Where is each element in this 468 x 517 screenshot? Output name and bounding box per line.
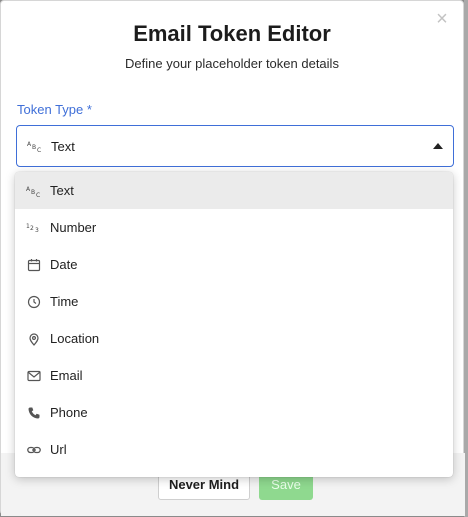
option-label: Url — [50, 442, 67, 457]
number-type-icon: 1 2 3 — [26, 222, 42, 234]
option-time[interactable]: Time — [15, 283, 453, 320]
option-label: Time — [50, 294, 79, 309]
clock-icon — [26, 295, 42, 309]
option-date[interactable]: Date — [15, 246, 453, 283]
option-phone[interactable]: Phone — [15, 394, 453, 431]
svg-text:B: B — [31, 189, 35, 196]
text-type-icon: A B C — [26, 185, 42, 197]
option-label: Location — [50, 331, 100, 346]
dialog-subtitle: Define your placeholder token details — [125, 56, 339, 71]
svg-text:3: 3 — [35, 227, 39, 234]
phone-icon — [26, 406, 42, 420]
token-type-select[interactable]: A B C Text — [16, 125, 454, 167]
link-icon — [26, 445, 42, 455]
svg-text:B: B — [32, 144, 36, 151]
envelope-icon — [26, 370, 42, 382]
option-label: Text — [50, 183, 74, 198]
option-label: Number — [50, 220, 97, 235]
text-type-icon: A B C — [27, 140, 43, 152]
option-location[interactable]: Location — [15, 320, 453, 357]
svg-text:C: C — [37, 147, 41, 152]
option-text[interactable]: A B C Text — [15, 172, 453, 209]
selected-value: Text — [51, 138, 75, 154]
caret-up-icon[interactable] — [433, 143, 443, 149]
option-label: Email — [50, 368, 83, 383]
map-pin-icon — [26, 332, 42, 346]
backdrop-edge — [464, 0, 468, 517]
option-email[interactable]: Email — [15, 357, 453, 394]
option-label: Date — [50, 257, 78, 272]
svg-text:C: C — [36, 192, 40, 197]
token-type-label: Token Type * — [17, 102, 92, 117]
option-label: Phone — [50, 405, 88, 420]
token-type-dropdown-menu: A B C Text 1 2 3 Number Date Time Locati… — [15, 172, 453, 477]
option-url[interactable]: Url — [15, 431, 453, 468]
option-number[interactable]: 1 2 3 Number — [15, 209, 453, 246]
dialog-title: Email Token Editor — [133, 21, 331, 46]
svg-text:2: 2 — [30, 225, 34, 232]
calendar-icon — [26, 258, 42, 272]
